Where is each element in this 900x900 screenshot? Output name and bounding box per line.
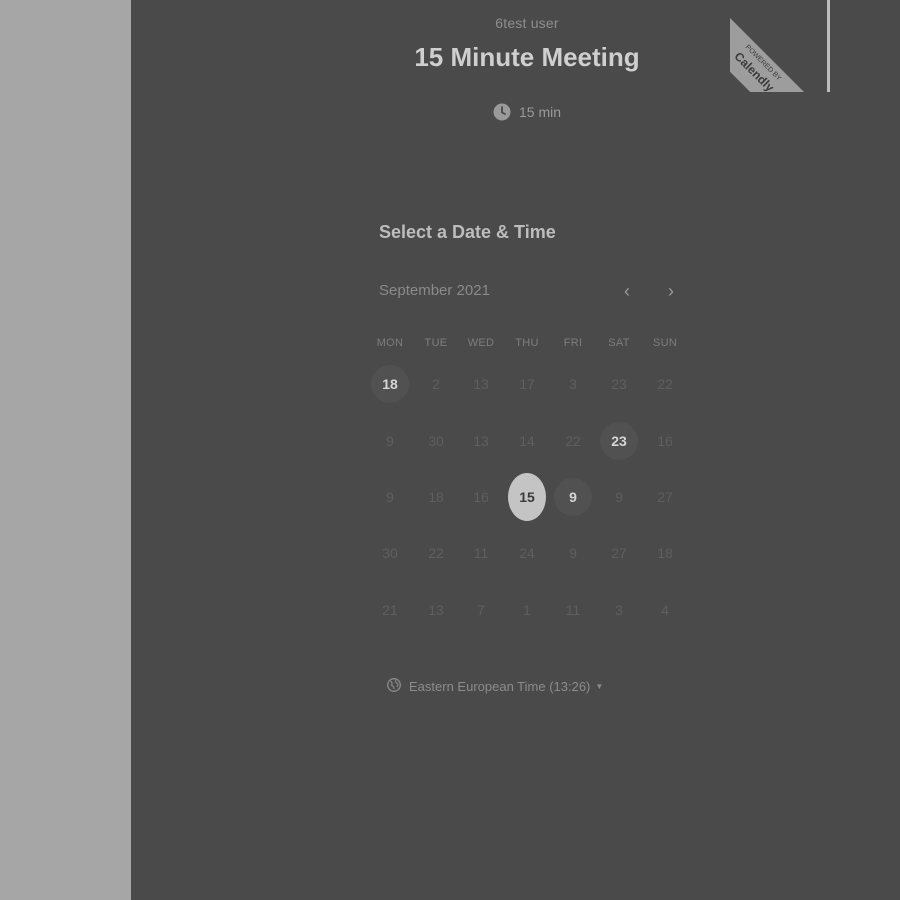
ribbon-powered-by-text: POWERED BY (743, 43, 783, 83)
day-cell: 24 (519, 545, 535, 561)
next-month-button[interactable]: › (658, 278, 684, 304)
day-cell: 13 (428, 602, 444, 618)
day-cell: 21 (382, 602, 398, 618)
weekday-label: WED (467, 337, 495, 349)
day-cell: 14 (519, 433, 535, 449)
day-cell: 9 (386, 489, 394, 505)
day-cell: 2 (432, 376, 440, 392)
day-cell: 30 (428, 433, 444, 449)
day-cell: 11 (565, 602, 581, 618)
weekday-label: TUE (424, 337, 448, 349)
timezone-selector[interactable]: Eastern European Time (13:26) ▼ (387, 676, 603, 696)
day-cell: 27 (657, 489, 673, 505)
duration-label: 15 min (519, 104, 562, 120)
day-cell: 27 (611, 545, 627, 561)
ribbon-brand: Calendly (731, 49, 777, 92)
day-cell: 18 (657, 545, 673, 561)
day-cell-available[interactable]: 18 (371, 365, 409, 403)
prev-month-button[interactable]: ‹ (614, 278, 640, 304)
ribbon-edge (827, 0, 830, 92)
powered-by-ribbon[interactable]: POWERED BY Calendly (730, 0, 830, 92)
day-cell: 3 (569, 376, 577, 392)
chevron-left-icon: ‹ (624, 280, 630, 301)
day-cell: 22 (657, 376, 673, 392)
clock-icon (493, 103, 511, 121)
day-cell: 16 (473, 489, 489, 505)
chevron-right-icon: › (668, 280, 674, 301)
day-cell: 3 (615, 602, 623, 618)
day-cell: 30 (382, 545, 398, 561)
day-cell: 11 (473, 545, 489, 561)
day-cell-available[interactable]: 23 (600, 422, 638, 460)
day-cell: 9 (386, 433, 394, 449)
day-cell: 13 (473, 376, 489, 392)
day-cell: 1 (523, 602, 531, 618)
caret-down-icon: ▼ (595, 681, 604, 691)
day-cell: 9 (615, 489, 623, 505)
day-cell: 9 (569, 545, 577, 561)
timezone-label: Eastern European Time (13:26) (409, 678, 591, 694)
weekday-label: MON (376, 337, 404, 349)
month-label: September 2021 (379, 282, 490, 299)
globe-icon (387, 677, 401, 695)
weekday-label: THU (515, 337, 539, 349)
weekday-label: FRI (563, 337, 583, 349)
day-cell: 23 (611, 376, 627, 392)
day-cell: 18 (428, 489, 444, 505)
weekday-label: SAT (608, 337, 630, 349)
day-cell: 7 (477, 602, 485, 618)
day-cell: 13 (473, 433, 489, 449)
day-cell-available[interactable]: 9 (554, 478, 592, 516)
weekday-label: SUN (652, 337, 678, 349)
day-cell: 16 (657, 433, 673, 449)
select-date-heading: Select a Date & Time (379, 222, 556, 242)
day-cell: 4 (661, 602, 669, 618)
left-sidebar-strip (0, 0, 131, 900)
day-cell-selected[interactable]: 15 (508, 473, 546, 521)
day-cell: 17 (519, 376, 535, 392)
day-cell: 22 (428, 545, 444, 561)
booking-panel: 6test user 15 Minute Meeting 15 min POWE… (131, 0, 900, 900)
event-duration: 15 min (493, 101, 561, 123)
day-cell: 22 (565, 433, 581, 449)
